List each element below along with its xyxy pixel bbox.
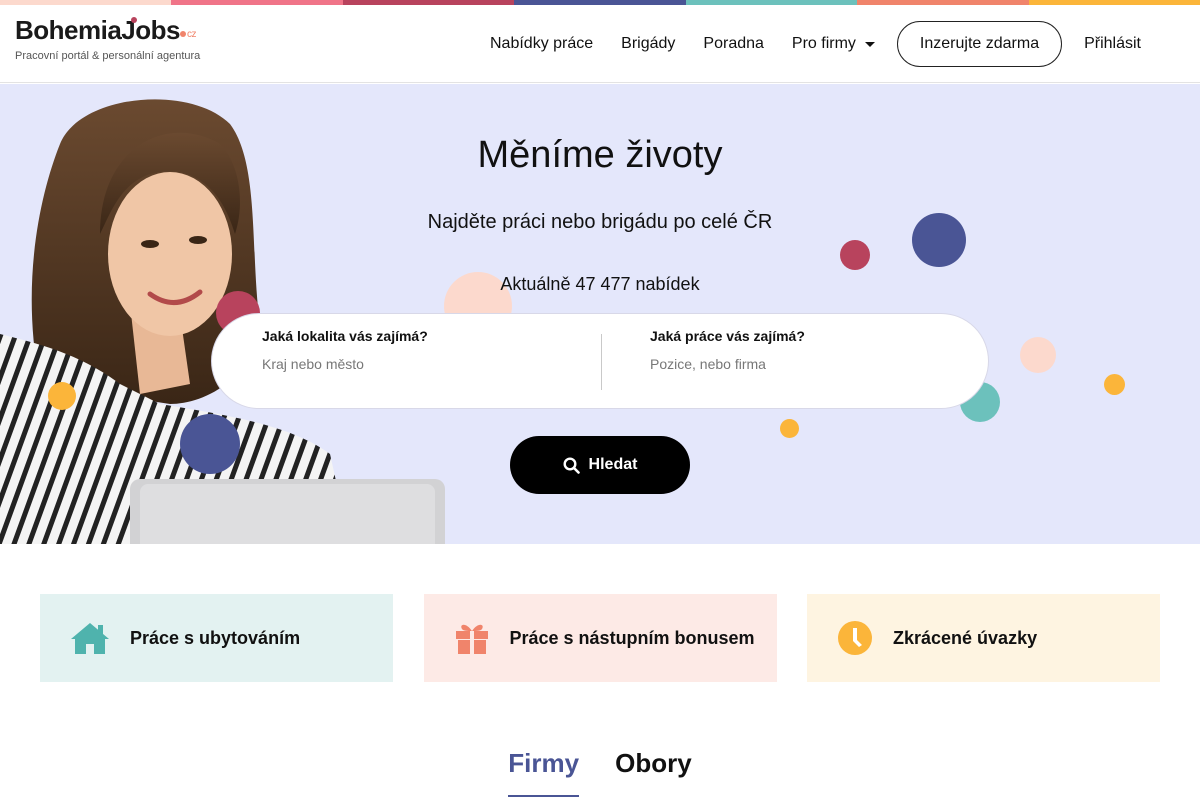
logo[interactable]: BohemiaJobs cz Pracovní portál & personál… bbox=[15, 15, 200, 62]
nav-for-companies-label: Pro firmy bbox=[791, 35, 856, 52]
category-accommodation[interactable]: Práce s ubytováním bbox=[40, 594, 393, 682]
decorative-bubble bbox=[48, 382, 76, 410]
nav-brigades[interactable]: Brigády bbox=[621, 35, 675, 53]
hero-title: Měníme životy bbox=[477, 134, 723, 176]
location-input[interactable] bbox=[262, 356, 562, 372]
location-search-field[interactable]: Jaká lokalita vás zajímá? bbox=[212, 314, 600, 408]
search-button[interactable]: Hledat bbox=[510, 436, 690, 494]
search-box: Jaká lokalita vás zajímá? Jaká práce vás… bbox=[211, 313, 989, 409]
tab-companies[interactable]: Firmy bbox=[508, 748, 580, 797]
nav-advice[interactable]: Poradna bbox=[703, 35, 764, 53]
logo-dot bbox=[131, 17, 137, 23]
logo-suffix: cz bbox=[180, 29, 197, 40]
job-search-field[interactable]: Jaká práce vás zajímá? bbox=[600, 314, 988, 408]
decorative-bubble bbox=[840, 240, 870, 270]
search-icon bbox=[563, 456, 580, 474]
tab-fields[interactable]: Obory bbox=[615, 748, 692, 797]
site-header: BohemiaJobs cz Pracovní portál & personál… bbox=[0, 5, 1200, 83]
location-label: Jaká lokalita vás zajímá? bbox=[262, 328, 428, 344]
category-label: Práce s nástupním bonusem bbox=[509, 627, 755, 648]
clock-icon bbox=[838, 621, 872, 655]
nav-for-companies[interactable]: Pro firmy bbox=[792, 35, 875, 53]
job-input[interactable] bbox=[650, 356, 950, 372]
section-tabs: Firmy Obory bbox=[0, 748, 1200, 797]
offer-count: Aktuálně 47 477 nabídek bbox=[500, 274, 700, 294]
category-label: Zkrácené úvazky bbox=[893, 627, 1038, 648]
nav-job-offers[interactable]: Nabídky práce bbox=[490, 35, 593, 53]
main-nav: Nabídky práce Brigády Poradna Pro firmy … bbox=[490, 5, 1200, 83]
post-ad-button[interactable]: Inzerujte zdarma bbox=[896, 21, 1063, 67]
category-cards: Práce s ubytováním Práce s nástupním bon… bbox=[40, 594, 1160, 682]
category-label: Práce s ubytováním bbox=[130, 627, 301, 648]
house-icon bbox=[71, 623, 109, 654]
category-part-time[interactable]: Zkrácené úvazky bbox=[807, 594, 1160, 682]
login-link[interactable]: Přihlásit bbox=[1084, 35, 1141, 53]
decorative-bubble bbox=[780, 419, 799, 438]
category-bonus[interactable]: Práce s nástupním bonusem bbox=[423, 594, 777, 682]
hero-subtitle: Najděte práci nebo brigádu po celé ČR bbox=[427, 211, 773, 233]
caret-down-icon bbox=[864, 41, 875, 47]
job-label: Jaká práce vás zajímá? bbox=[650, 328, 805, 344]
logo-wordmark: BohemiaJobs cz bbox=[15, 15, 197, 45]
decorative-bubble bbox=[1104, 374, 1125, 395]
search-button-label: Hledat bbox=[588, 456, 638, 473]
gift-icon bbox=[455, 624, 488, 654]
hero-section: Měníme životy Najděte práci nebo brigádu… bbox=[0, 84, 1200, 544]
decorative-bubble bbox=[180, 414, 240, 474]
decorative-bubble bbox=[1020, 337, 1056, 373]
